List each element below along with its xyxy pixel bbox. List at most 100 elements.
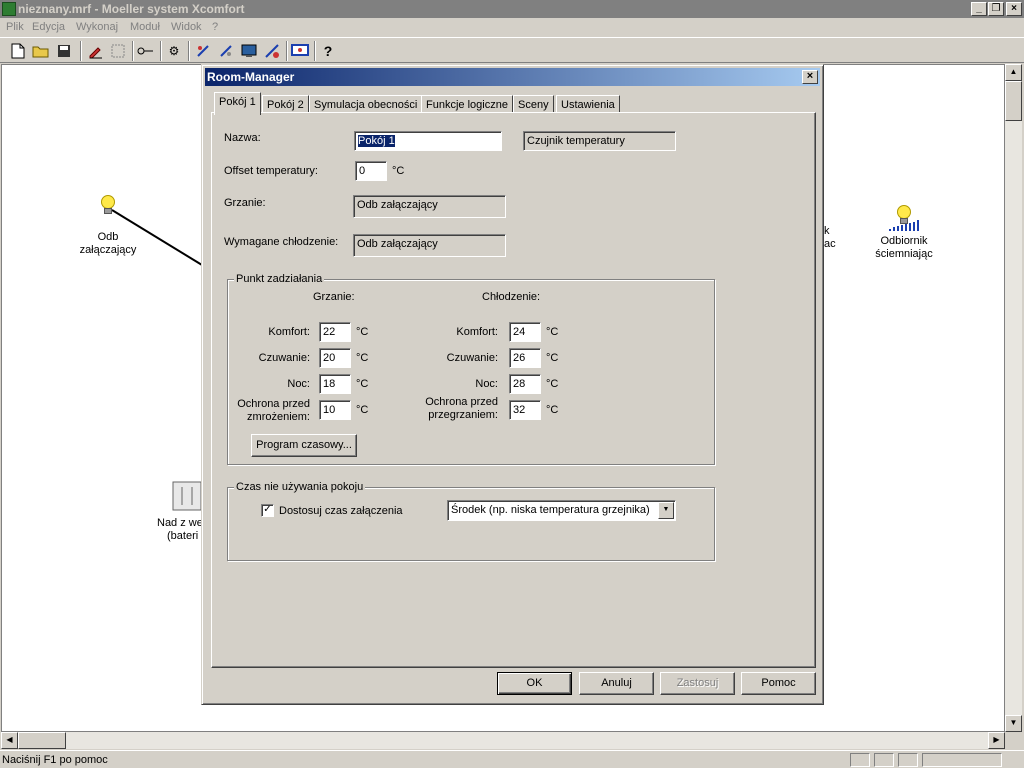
save-icon[interactable] [54,41,74,61]
menu-edycja[interactable]: Edycja [32,21,65,33]
menu-plik[interactable]: Plik [6,21,24,33]
offset-input[interactable]: 0 [355,161,387,181]
idle-group: Czas nie używania pokoju ✓ Dostosuj czas… [227,481,715,561]
scroll-up-icon[interactable]: ▲ [1005,64,1022,81]
scroll-right-icon[interactable]: ▶ [988,732,1005,749]
cooling-overheat-label: przegrzaniem: [428,409,498,421]
cooling-comfort-input[interactable]: 24 [509,322,541,342]
menu-wykonaj[interactable]: Wykonaj [76,21,118,33]
schedule-button[interactable]: Program czasowy... [251,434,357,457]
minimize-icon[interactable]: _ [971,2,987,16]
device-label: ściemniając [875,248,933,260]
menu-modul[interactable]: Moduł [130,21,160,33]
cooling-column-header: Chłodzenie: [482,291,541,303]
new-file-icon[interactable] [8,41,28,61]
cancel-button[interactable]: Anuluj [579,672,654,695]
cooling-actuator-field[interactable]: Odb załączający [353,234,506,257]
heating-standby-input[interactable]: 20 [319,348,351,368]
gear-icon[interactable]: ⚙ [164,41,184,61]
idle-mode-dropdown[interactable]: Środek (np. niska temperatura grzejnika)… [447,500,676,521]
device-partial-label: k ac [824,225,836,251]
ok-button[interactable]: OK [497,672,572,695]
statusbar: Naciśnij F1 po pomoc [0,750,1024,768]
chevron-down-icon[interactable]: ▼ [658,502,674,519]
status-pane [898,753,918,767]
vertical-scrollbar[interactable]: ▲ ▼ [1005,64,1022,732]
status-pane [874,753,894,767]
app-title: nieznany.mrf - Moeller system Xcomfort [18,2,245,16]
cooling-night-input[interactable]: 28 [509,374,541,394]
device-label: załączający [79,244,137,256]
dialog-titlebar: Room-Manager × [205,68,820,86]
tab-panel: Nazwa: Pokój 1 Czujnik temperatury Offse… [211,112,816,668]
heating-night-input[interactable]: 18 [319,374,351,394]
scroll-thumb[interactable] [1005,81,1022,121]
toolbar: ⚙ ? [0,37,1024,63]
scroll-thumb[interactable] [18,732,66,749]
device-dimming-actuator[interactable]: Odbiornik ściemniając [864,205,944,261]
device-label: k [824,225,830,237]
temperature-sensor-field[interactable]: Czujnik temperatury [523,131,676,151]
key-icon[interactable] [136,41,156,61]
apply-button[interactable]: Zastosuj [660,672,735,695]
cooling-overheat-input[interactable]: 32 [509,400,541,420]
room-name-input[interactable]: Pokój 1 [354,131,502,151]
cooling-standby-input[interactable]: 26 [509,348,541,368]
setpoints-group: Punkt zadziałania Grzanie: Chłodzenie: K… [227,273,715,465]
device-label: Odbiornik [880,235,928,247]
restore-icon[interactable]: ❐ [988,2,1004,16]
edit-pencil-icon[interactable] [86,41,106,61]
open-folder-icon[interactable] [31,41,51,61]
app-titlebar: nieznany.mrf - Moeller system Xcomfort _… [0,0,1024,18]
room-manager-dialog: Room-Manager × Pokój 1 Pokój 2 Symulacja… [201,64,824,705]
heating-frost-input[interactable]: 10 [319,400,351,420]
close-icon[interactable]: × [1006,2,1022,16]
heating-actuator-field[interactable]: Odb załączający [353,195,506,218]
offset-unit: °C [392,165,405,177]
bulb-icon [895,205,913,225]
cooling-comfort-label: Komfort: [456,326,498,338]
menu-widok[interactable]: Widok [171,21,202,33]
scroll-down-icon[interactable]: ▼ [1005,715,1022,732]
heating-standby-label: Czuwanie: [258,352,310,364]
offset-label: Offset temperatury: [224,165,318,177]
adjust-time-label: Dostosuj czas załączenia [279,505,403,517]
device-switching-actuator[interactable]: Odb załączający [74,195,142,257]
help-button[interactable]: Pomoc [741,672,816,695]
heating-column-header: Grzanie: [313,291,355,303]
idle-mode-value: Środek (np. niska temperatura grzejnika) [451,504,650,516]
cooling-night-label: Noc: [475,378,498,390]
help-icon[interactable]: ? [318,41,338,61]
wall-switch-icon [172,481,202,511]
idle-group-title: Czas nie używania pokoju [234,481,366,493]
menubar: Plik Edycja Wykonaj Moduł Widok ? [0,18,1024,37]
star-signal-icon[interactable] [193,41,213,61]
status-pane [922,753,1002,767]
adjust-time-checkbox[interactable]: ✓ [261,504,274,517]
unit-label: °C [356,352,369,364]
dialog-close-icon[interactable]: × [802,70,818,84]
unit-label: °C [546,352,559,364]
cooling-standby-label: Czuwanie: [446,352,498,364]
app-icon [2,2,16,16]
cooling-label: Wymagane chłodzenie: [224,236,339,248]
tab-pokoj-1[interactable]: Pokój 1 [214,92,261,115]
transmit-icon[interactable] [262,41,282,61]
grid-icon[interactable] [108,41,128,61]
unit-label: °C [546,378,559,390]
heating-comfort-label: Komfort: [268,326,310,338]
unit-label: °C [356,404,369,416]
menu-help[interactable]: ? [212,21,218,33]
heating-label: Grzanie: [224,197,266,209]
monitor-icon[interactable] [239,41,259,61]
signal-icon[interactable] [216,41,236,61]
screen-view-icon[interactable] [290,41,310,61]
device-label: Odb [97,231,119,243]
unit-label: °C [546,404,559,416]
unit-label: °C [356,378,369,390]
heating-comfort-input[interactable]: 22 [319,322,351,342]
status-text: Naciśnij F1 po pomoc [2,754,108,766]
horizontal-scrollbar[interactable]: ◀ ▶ [1,732,1005,749]
scroll-left-icon[interactable]: ◀ [1,732,18,749]
setpoints-group-title: Punkt zadziałania [234,273,325,285]
